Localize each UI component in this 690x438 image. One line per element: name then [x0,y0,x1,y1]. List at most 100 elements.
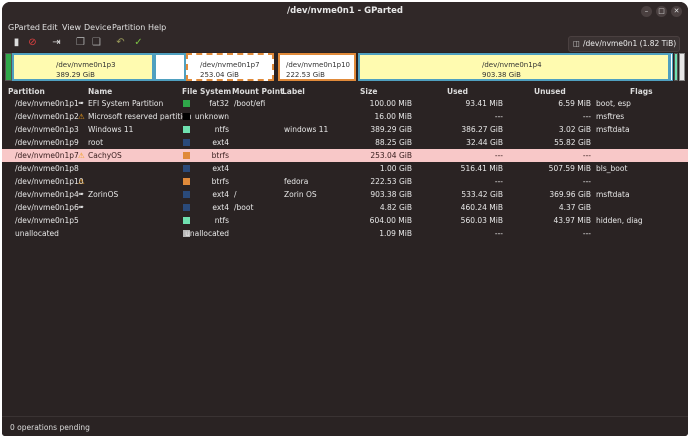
diskmap-p10-name: /dev/nvme0n1p10 [286,61,351,69]
diskmap-segment-p6[interactable] [670,53,673,81]
close-button[interactable]: ✕ [671,6,682,17]
filesystem-cell: ntfs [214,125,229,134]
unused-cell: --- [582,151,591,160]
filesystem-cell: ext4 [212,203,229,212]
mountpoint-cell: /boot/efi [234,99,266,108]
col-unused[interactable]: Unused [534,87,566,96]
diskmap-segment-p5[interactable] [674,53,678,81]
used-cell: 386.27 GiB [461,125,503,134]
flags-cell: msftdata [596,125,630,134]
diskmap-segment-p7[interactable]: /dev/nvme0n1p7 253.04 GiB [186,53,274,81]
used-cell: --- [494,151,503,160]
undo-icon[interactable]: ↶ [114,36,127,49]
label-cell: windows 11 [284,125,329,134]
col-filesystem[interactable]: File System [182,87,231,96]
diskmap-segment-p10[interactable]: /dev/nvme0n1p10 222.53 GiB [278,53,356,81]
table-row[interactable]: /dev/nvme0n1p4 ➠ ZorinOS ext4 / Zorin OS 903.3… [2,188,688,201]
used-cell: 32.44 GiB [466,138,503,147]
diskmap-p10-size: 222.53 GiB [286,71,325,79]
table-row[interactable]: /dev/nvme0n1p1 ➠ EFI System Partition fat32… [2,97,688,110]
menu-bar: GParted Edit View Device Partition Help [2,20,688,34]
warning-icon: ⚠ [78,177,85,186]
table-row[interactable]: /dev/nvme0n1p9 root ext4 88.25 GiB 32.44 GiB… [2,136,688,149]
col-partition[interactable]: Partition [8,87,45,96]
table-row[interactable]: /dev/nvme0n1p5 ntfs 604.00 MiB 560.03 MiB 43… [2,214,688,227]
col-flags[interactable]: Flags [630,87,653,96]
diskmap-p4-size: 903.38 GiB [482,71,521,79]
menu-view[interactable]: View [62,23,81,32]
gparted-window: /dev/nvme0n1 - GParted – □ ✕ GParted Edi… [2,2,688,436]
unused-cell: 3.02 GiB [558,125,591,134]
unused-cell: 4.37 GiB [558,203,591,212]
delete-icon[interactable]: ⊘ [26,36,39,49]
table-row[interactable]: unallocated unallocated 1.09 MiB --- --- [2,227,688,240]
col-mountpoint[interactable]: Mount Point [232,87,284,96]
filesystem-cell: ext4 [212,138,229,147]
table-row[interactable]: /dev/nvme0n1p2 ⚠ Microsoft reserved partit… [2,110,688,123]
menu-partition[interactable]: Partition [112,23,145,32]
col-label[interactable]: Label [282,87,305,96]
maximize-button[interactable]: □ [656,6,667,17]
diskmap-p7-size: 253.04 GiB [200,71,239,79]
diskmap-p4-name: /dev/nvme0n1p4 [482,61,542,69]
size-cell: 604.00 MiB [369,216,412,225]
menu-edit[interactable]: Edit [42,23,58,32]
used-cell: --- [494,177,503,186]
size-cell: 253.04 GiB [370,151,412,160]
new-icon[interactable]: ▮ [10,36,23,49]
col-size[interactable]: Size [360,87,377,96]
unused-cell: 43.97 MiB [553,216,591,225]
warning-icon: ⚠ [78,112,85,121]
table-row[interactable]: /dev/nvme0n1p8 ext4 1.00 GiB 516.41 MiB 507.… [2,162,688,175]
warning-icon: ⚠ [78,151,85,160]
table-row[interactable]: /dev/nvme0n1p6 ➠ ext4/boot 4.82 GiB 460.24 M… [2,201,688,214]
copy-icon[interactable]: ❐ [74,36,87,49]
size-cell: 16.00 MiB [374,112,412,121]
size-cell: 1.09 MiB [379,229,412,238]
menu-device[interactable]: Device [84,23,111,32]
unused-cell: 55.82 GiB [554,138,591,147]
menu-help[interactable]: Help [148,23,166,32]
col-name[interactable]: Name [88,87,112,96]
diskmap-segment-p1[interactable] [5,53,12,81]
diskmap-p3-name: /dev/nvme0n1p3 [56,61,116,69]
table-row[interactable]: /dev/nvme0n1p3 Windows 11 ntfs windows 11 38… [2,123,688,136]
partition-cell: /dev/nvme0n1p3 [15,125,79,134]
name-cell: EFI System Partition [88,99,164,108]
flags-cell: hidden, diag [596,216,643,225]
table-header: Partition Name File System Mount Point L… [2,85,688,97]
resize-move-icon[interactable]: ⇥ [50,36,63,49]
filesystem-cell: ext4 [212,190,229,199]
table-row[interactable]: /dev/nvme0n1p7 ⚠ CachyOS btrfs 253.04 GiB ---… [2,149,688,162]
col-used[interactable]: Used [447,87,468,96]
filesystem-cell: btrfs [211,177,229,186]
filesystem-cell: unknown [194,112,229,121]
device-selector[interactable]: ◫ /dev/nvme0n1 (1.82 TiB) [568,36,680,52]
used-cell: 533.42 GiB [461,190,503,199]
disk-icon: ◫ [573,39,581,48]
diskmap-segment-p4[interactable]: /dev/nvme0n1p4 903.38 GiB [358,53,670,81]
key-icon: ➠ [78,190,84,198]
disk-map: /dev/nvme0n1p3 389.29 GiB /dev/nvme0n1p7… [2,52,688,84]
menu-gparted[interactable]: GParted [8,23,40,32]
apply-icon[interactable]: ✓ [132,36,145,49]
status-text: 0 operations pending [10,423,90,432]
size-cell: 100.00 MiB [369,99,412,108]
partition-cell: /dev/nvme0n1p6 [15,203,79,212]
key-icon: ➠ [78,99,84,107]
diskmap-p7-name: /dev/nvme0n1p7 [200,61,260,69]
name-cell: Windows 11 [88,125,134,134]
diskmap-segment-p3[interactable]: /dev/nvme0n1p3 389.29 GiB [12,53,154,81]
used-cell: 516.41 MiB [460,164,503,173]
diskmap-segment-unallocated[interactable] [679,53,685,81]
name-cell: Microsoft reserved partition [88,112,192,121]
name-cell: root [88,138,104,147]
partition-cell: /dev/nvme0n1p2 [15,112,79,121]
filesystem-cell: unallocated [185,229,229,238]
label-cell: fedora [284,177,309,186]
mountpoint-cell: / [234,190,237,199]
paste-icon[interactable]: ❑ [90,36,103,49]
table-row[interactable]: /dev/nvme0n1p10 ⚠ btrfs fedora 222.53 GiB ---… [2,175,688,188]
minimize-button[interactable]: – [641,6,652,17]
diskmap-segment-p9[interactable] [154,53,186,81]
